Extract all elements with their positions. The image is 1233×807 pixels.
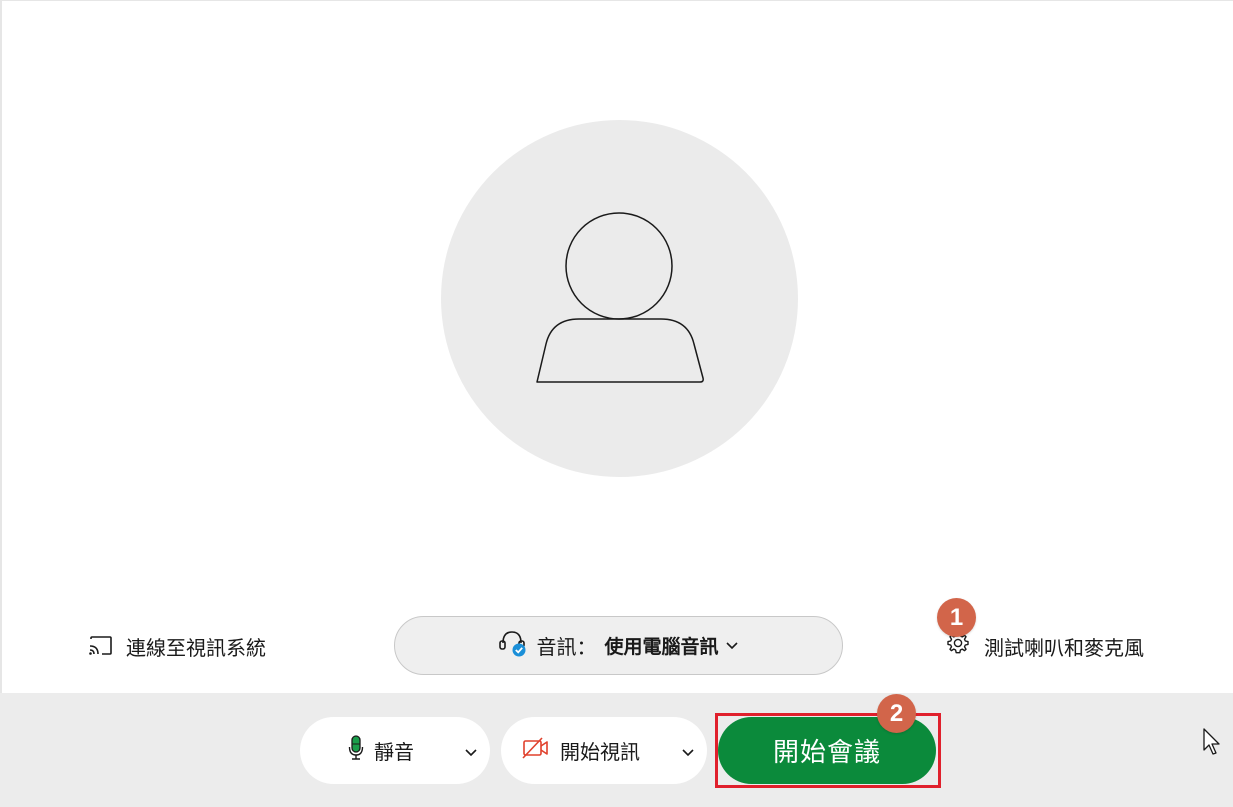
audio-label: 音訊： [536,637,597,659]
test-speaker-label: 測試喇叭和麥克風 [984,637,1144,660]
mute-label: 靜音 [374,742,414,764]
chevron-down-icon [725,634,739,657]
cast-icon [88,635,114,657]
mute-button[interactable]: 靜音 [300,717,490,784]
audio-source-selector[interactable]: 音訊： 使用電腦音訊 [394,616,843,675]
connect-video-label: 連線至視訊系統 [126,637,266,660]
self-preview-area [0,0,1233,693]
mute-options-chevron-icon[interactable] [464,741,478,764]
mouse-pointer-icon [1203,728,1223,761]
connect-to-video-system-link[interactable]: 連線至視訊系統 [88,632,266,660]
headset-check-icon [498,629,528,663]
avatar [441,120,798,477]
microphone-icon [348,734,364,767]
video-off-icon [522,736,550,765]
person-icon [536,212,704,383]
annotation-badge-1: 1 [937,598,976,637]
annotation-badge-2: 2 [877,694,916,733]
audio-value: 使用電腦音訊 [604,637,719,658]
start-video-button[interactable]: 開始視訊 [501,717,707,784]
video-options-chevron-icon[interactable] [681,741,695,764]
start-video-label: 開始視訊 [560,742,640,764]
test-speaker-and-microphone-link[interactable]: 測試喇叭和麥克風 [946,632,1144,660]
